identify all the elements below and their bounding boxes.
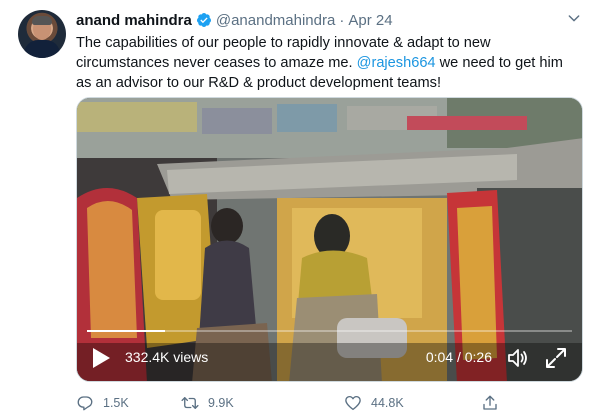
like-count: 44.8K xyxy=(371,396,404,410)
video-frame xyxy=(77,98,582,381)
verified-badge-icon xyxy=(196,13,211,27)
tweet-header: anand mahindra @anandmahindra · Apr 24 xyxy=(76,10,393,30)
reply-button[interactable]: 1.5K xyxy=(76,392,129,414)
video-player[interactable]: 332.4K views 0:04 / 0:26 xyxy=(76,97,583,382)
mention-link[interactable]: @rajesh664 xyxy=(357,55,436,71)
user-handle[interactable]: @anandmahindra xyxy=(216,12,335,29)
video-controls: 332.4K views 0:04 / 0:26 xyxy=(77,342,582,372)
avatar[interactable] xyxy=(18,10,66,58)
like-button[interactable]: 44.8K xyxy=(344,392,404,414)
volume-icon[interactable] xyxy=(506,346,530,370)
tweet-date[interactable]: Apr 24 xyxy=(348,12,392,29)
video-time: 0:04 / 0:26 xyxy=(425,349,492,365)
like-icon xyxy=(345,395,361,411)
retweet-count: 9.9K xyxy=(208,396,234,410)
tweet-actions: 1.5K 9.9K 44.8K xyxy=(76,392,576,414)
tweet: anand mahindra @anandmahindra · Apr 24 T… xyxy=(0,0,595,419)
display-name[interactable]: anand mahindra xyxy=(76,12,192,29)
video-progress-fill xyxy=(87,330,165,332)
chevron-down-icon[interactable] xyxy=(566,10,582,26)
retweet-button[interactable]: 9.9K xyxy=(181,392,234,414)
reply-count: 1.5K xyxy=(103,396,129,410)
tweet-text: The capabilities of our people to rapidl… xyxy=(76,33,576,93)
retweet-icon xyxy=(181,397,199,409)
view-count: 332.4K views xyxy=(125,349,209,365)
reply-icon xyxy=(77,396,93,411)
separator-dot: · xyxy=(339,11,345,29)
video-progress-bar[interactable] xyxy=(87,330,572,332)
share-button[interactable] xyxy=(481,392,508,414)
expand-icon[interactable] xyxy=(544,346,568,370)
play-icon[interactable] xyxy=(91,347,111,369)
share-icon xyxy=(483,395,497,410)
